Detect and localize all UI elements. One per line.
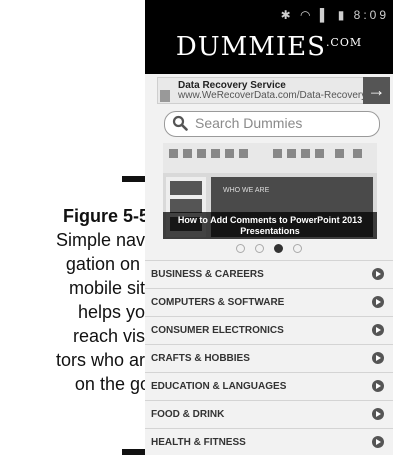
caption-line: on the go. xyxy=(74,374,155,394)
slide-image-text: WHO WE ARE xyxy=(223,187,270,194)
battery-icon: ▮ xyxy=(337,8,348,22)
logo-text: DUMMIES xyxy=(175,32,326,62)
slide-image-toolbar xyxy=(163,143,377,173)
ad-arrow-button[interactable]: → xyxy=(363,77,390,104)
category-item[interactable]: HEALTH & FITNESS xyxy=(145,428,393,455)
figure-caption: Figure 5-5: Simple navi- gation on a mob… xyxy=(0,204,155,396)
category-label: HEALTH & FITNESS xyxy=(151,437,246,448)
category-item[interactable]: BUSINESS & CAREERS xyxy=(145,260,393,288)
category-label: FOOD & DRINK xyxy=(151,409,225,420)
category-list: BUSINESS & CAREERS COMPUTERS & SOFTWARE … xyxy=(145,260,393,455)
category-label: BUSINESS & CAREERS xyxy=(151,269,264,280)
search-input[interactable]: Search Dummies xyxy=(164,111,380,137)
mobile-screen: ✱ ◠ ▌ ▮ 8:09 DUMMIES.COM Data Recovery S… xyxy=(145,0,393,455)
category-label: CONSUMER ELECTRONICS xyxy=(151,325,284,336)
ad-choices-icon xyxy=(160,90,170,102)
logo-suffix: .COM xyxy=(325,36,363,49)
site-header: ✱ ◠ ▌ ▮ 8:09 DUMMIES.COM xyxy=(145,0,393,74)
caption-line: mobile site xyxy=(68,278,155,298)
ad-url: www.WeRecoverData.com/Data-Recovery xyxy=(178,90,367,101)
chevron-right-icon xyxy=(372,380,384,392)
caption-line: tors who are xyxy=(55,350,155,370)
category-item[interactable]: FOOD & DRINK xyxy=(145,400,393,428)
chevron-right-icon xyxy=(372,296,384,308)
carousel-dot[interactable] xyxy=(236,244,245,254)
category-label: COMPUTERS & SOFTWARE xyxy=(151,297,285,308)
carousel-dot[interactable] xyxy=(293,244,302,254)
category-item[interactable]: CRAFTS & HOBBIES xyxy=(145,344,393,372)
caption-line: Simple navi- xyxy=(55,230,155,250)
search-placeholder: Search Dummies xyxy=(195,115,303,131)
chevron-right-icon xyxy=(372,408,384,420)
category-item[interactable]: COMPUTERS & SOFTWARE xyxy=(145,288,393,316)
carousel-caption[interactable]: How to Add Comments to PowerPoint 2013 P… xyxy=(163,212,377,239)
chevron-right-icon xyxy=(372,436,384,448)
signal-icon: ▌ xyxy=(319,8,332,22)
bluetooth-icon: ✱ xyxy=(280,8,294,22)
chevron-right-icon xyxy=(372,268,384,280)
caption-line: helps you xyxy=(77,302,155,322)
ad-banner[interactable]: Data Recovery Service www.WeRecoverData.… xyxy=(157,77,381,104)
carousel-dot-active[interactable] xyxy=(274,244,283,254)
site-logo[interactable]: DUMMIES.COM xyxy=(145,32,393,62)
featured-carousel[interactable]: WHO WE ARE How to Add Comments to PowerP… xyxy=(163,143,377,239)
caption-line: gation on a xyxy=(65,254,155,274)
carousel-dot[interactable] xyxy=(255,244,264,254)
carousel-dots xyxy=(145,240,393,254)
figure-label: Figure 5-5: xyxy=(62,206,155,226)
category-label: CRAFTS & HOBBIES xyxy=(151,353,250,364)
chevron-right-icon xyxy=(372,324,384,336)
category-item[interactable]: EDUCATION & LANGUAGES xyxy=(145,372,393,400)
category-label: EDUCATION & LANGUAGES xyxy=(151,381,287,392)
status-time: 8:09 xyxy=(353,8,389,22)
arrow-right-icon: → xyxy=(367,80,386,100)
caption-line: reach visi- xyxy=(72,326,155,346)
category-item[interactable]: CONSUMER ELECTRONICS xyxy=(145,316,393,344)
status-bar: ✱ ◠ ▌ ▮ 8:09 xyxy=(281,8,389,22)
chevron-right-icon xyxy=(372,352,384,364)
search-icon xyxy=(172,115,188,131)
wifi-icon: ◠ xyxy=(300,8,314,22)
